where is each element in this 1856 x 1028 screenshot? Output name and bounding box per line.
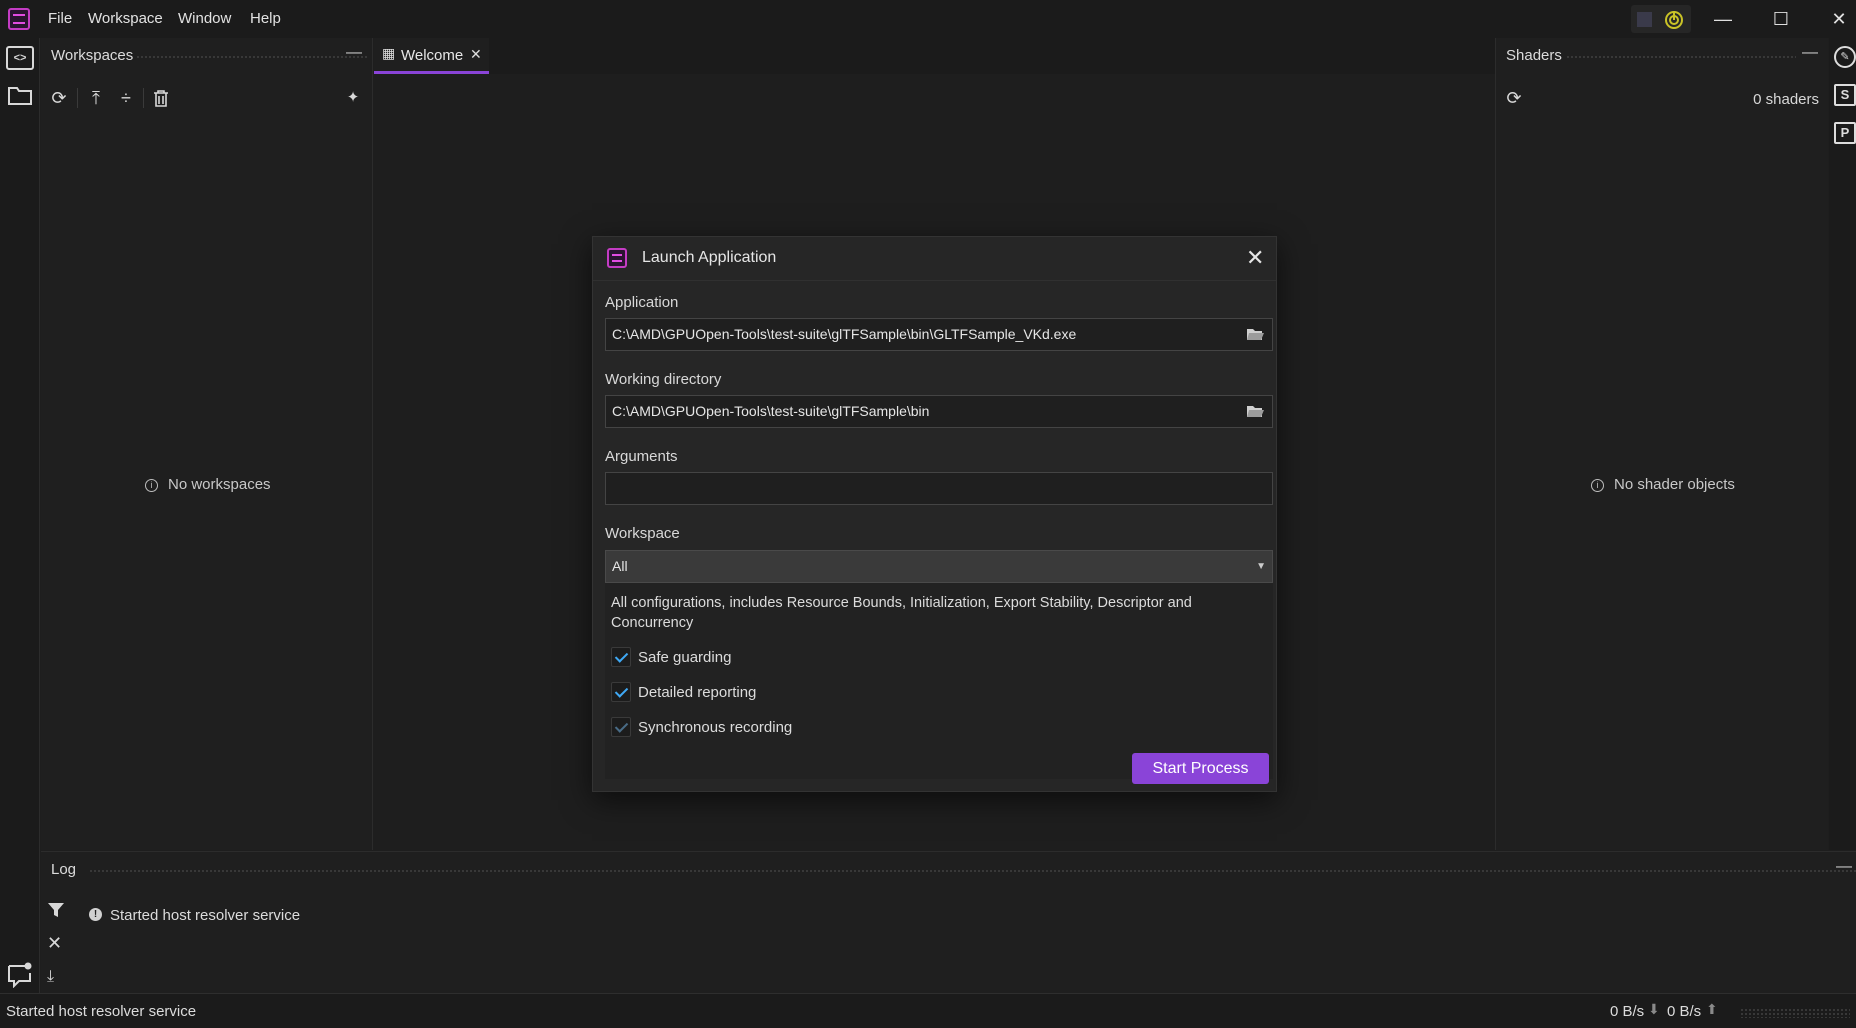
collapse-all-icon[interactable]: ÷ bbox=[114, 86, 138, 110]
right-rail: ✎ S P bbox=[1829, 38, 1856, 850]
shaders-panel: Shaders — ⟳ 0 shaders i No shader objects bbox=[1495, 38, 1828, 850]
application-label: Application bbox=[605, 294, 679, 311]
application-input[interactable]: C:\AMD\GPUOpen-Tools\test-suite\glTFSamp… bbox=[605, 318, 1273, 351]
expand-all-icon[interactable]: ⤒ bbox=[84, 86, 108, 110]
folder-rail-icon[interactable] bbox=[7, 84, 33, 106]
status-bar: Started host resolver service 0 B/s ⬇ 0 … bbox=[0, 993, 1856, 1028]
filter-icon[interactable] bbox=[47, 901, 65, 919]
disconnect-icon[interactable]: ✦ bbox=[341, 86, 365, 110]
workspace-select[interactable]: All ▼ bbox=[605, 550, 1273, 583]
dialog-title: Launch Application bbox=[642, 249, 777, 266]
clear-log-icon[interactable]: ✕ bbox=[47, 933, 62, 954]
drag-handle[interactable] bbox=[89, 869, 1856, 873]
notifications-icon[interactable] bbox=[6, 962, 34, 988]
log-entry: Started host resolver service bbox=[110, 907, 301, 924]
menu-file[interactable]: File bbox=[48, 10, 72, 27]
download-log-icon[interactable]: ⤓ bbox=[47, 968, 54, 986]
workspaces-panel: Workspaces — ⟳ ⤒ ÷ ✦ i No workspaces bbox=[41, 38, 373, 850]
checkbox[interactable] bbox=[611, 647, 631, 667]
close-window-icon[interactable]: ✕ bbox=[1827, 8, 1851, 30]
tab-welcome[interactable]: ▦ Welcome ✕ bbox=[374, 38, 489, 74]
code-view-icon[interactable]: <> bbox=[6, 46, 34, 70]
option-label: Detailed reporting bbox=[638, 684, 757, 701]
arrow-down-icon: ⬇ bbox=[1648, 1001, 1660, 1017]
workspace-label: Workspace bbox=[605, 525, 680, 542]
status-message: Started host resolver service bbox=[6, 1003, 197, 1020]
log-title: Log bbox=[51, 861, 77, 878]
workdir-value: C:\AMD\GPUOpen-Tools\test-suite\glTFSamp… bbox=[612, 403, 930, 419]
workdir-input[interactable]: C:\AMD\GPUOpen-Tools\test-suite\glTFSamp… bbox=[605, 395, 1273, 428]
menu-window[interactable]: Window bbox=[178, 10, 231, 27]
chevron-down-icon: ▼ bbox=[1256, 561, 1266, 572]
tab-bar bbox=[374, 38, 1495, 74]
s-icon[interactable]: S bbox=[1834, 84, 1856, 106]
log-panel: Log — ✕ ⤓ ! Started host resolver servic… bbox=[41, 851, 1856, 993]
drag-handle[interactable] bbox=[136, 55, 368, 59]
app-logo-icon bbox=[607, 248, 627, 268]
start-process-button[interactable]: Start Process bbox=[1132, 753, 1269, 784]
application-value: C:\AMD\GPUOpen-Tools\test-suite\glTFSamp… bbox=[612, 326, 1077, 342]
option-label: Safe guarding bbox=[638, 649, 732, 666]
no-workspaces-message: i No workspaces bbox=[145, 476, 271, 493]
collapse-panel-icon[interactable]: — bbox=[346, 44, 362, 62]
app-logo-icon bbox=[8, 8, 30, 30]
maximize-icon[interactable]: ☐ bbox=[1769, 8, 1793, 30]
collapse-panel-icon[interactable]: — bbox=[1836, 858, 1852, 876]
option-label: Synchronous recording bbox=[638, 719, 793, 736]
arrow-up-icon: ⬆ bbox=[1706, 1001, 1718, 1017]
arguments-label: Arguments bbox=[605, 448, 678, 465]
toolbar-divider bbox=[143, 88, 144, 108]
close-dialog-icon[interactable]: ✕ bbox=[1246, 245, 1264, 271]
menu-help[interactable]: Help bbox=[250, 10, 281, 27]
tab-label: Welcome bbox=[401, 47, 464, 64]
toolbar-divider bbox=[77, 88, 78, 108]
status-indicators bbox=[1631, 5, 1691, 33]
workspaces-title: Workspaces bbox=[51, 47, 134, 64]
refresh-icon[interactable]: ⟳ bbox=[1502, 86, 1526, 110]
arguments-input[interactable] bbox=[605, 472, 1273, 505]
minimize-icon[interactable]: — bbox=[1711, 8, 1735, 30]
info-filled-icon: ! bbox=[89, 908, 102, 921]
browse-folder-icon[interactable] bbox=[1246, 327, 1264, 341]
workdir-label: Working directory bbox=[605, 371, 722, 388]
workspace-selected: All bbox=[612, 558, 628, 574]
checkbox[interactable] bbox=[611, 682, 631, 702]
workspace-description: All configurations, includes Resource Bo… bbox=[611, 595, 1192, 631]
refresh-icon[interactable]: ⟳ bbox=[47, 86, 71, 110]
resize-grip[interactable] bbox=[1740, 1008, 1850, 1018]
workspace-details: All configurations, includes Resource Bo… bbox=[605, 583, 1273, 779]
left-rail: <> bbox=[0, 38, 40, 993]
close-tab-icon[interactable]: ✕ bbox=[470, 46, 482, 63]
indicator-square-icon[interactable] bbox=[1637, 12, 1652, 27]
download-rate: 0 B/s bbox=[1610, 1003, 1645, 1020]
launch-application-dialog: Launch Application ✕ Application C:\AMD\… bbox=[592, 236, 1277, 792]
menu-workspace[interactable]: Workspace bbox=[88, 10, 163, 27]
no-shaders-message: i No shader objects bbox=[1591, 476, 1735, 493]
p-icon[interactable]: P bbox=[1834, 122, 1856, 144]
checkbox[interactable] bbox=[611, 717, 631, 737]
shader-count: 0 shaders bbox=[1753, 91, 1819, 108]
info-icon: i bbox=[1591, 479, 1604, 492]
title-bar: File Workspace Window Help — ☐ ✕ bbox=[0, 0, 1856, 38]
browse-folder-icon[interactable] bbox=[1246, 404, 1264, 418]
collapse-panel-icon[interactable]: — bbox=[1802, 44, 1818, 62]
drag-handle[interactable] bbox=[1566, 55, 1796, 59]
compass-icon[interactable]: ✎ bbox=[1834, 46, 1856, 68]
shaders-title: Shaders bbox=[1506, 47, 1562, 64]
dialog-header: Launch Application ✕ bbox=[593, 237, 1276, 281]
radar-icon[interactable] bbox=[1663, 9, 1685, 31]
upload-rate: 0 B/s bbox=[1667, 1003, 1702, 1020]
grid-icon: ▦ bbox=[382, 45, 396, 61]
info-icon: i bbox=[145, 479, 158, 492]
delete-icon[interactable] bbox=[152, 89, 170, 108]
